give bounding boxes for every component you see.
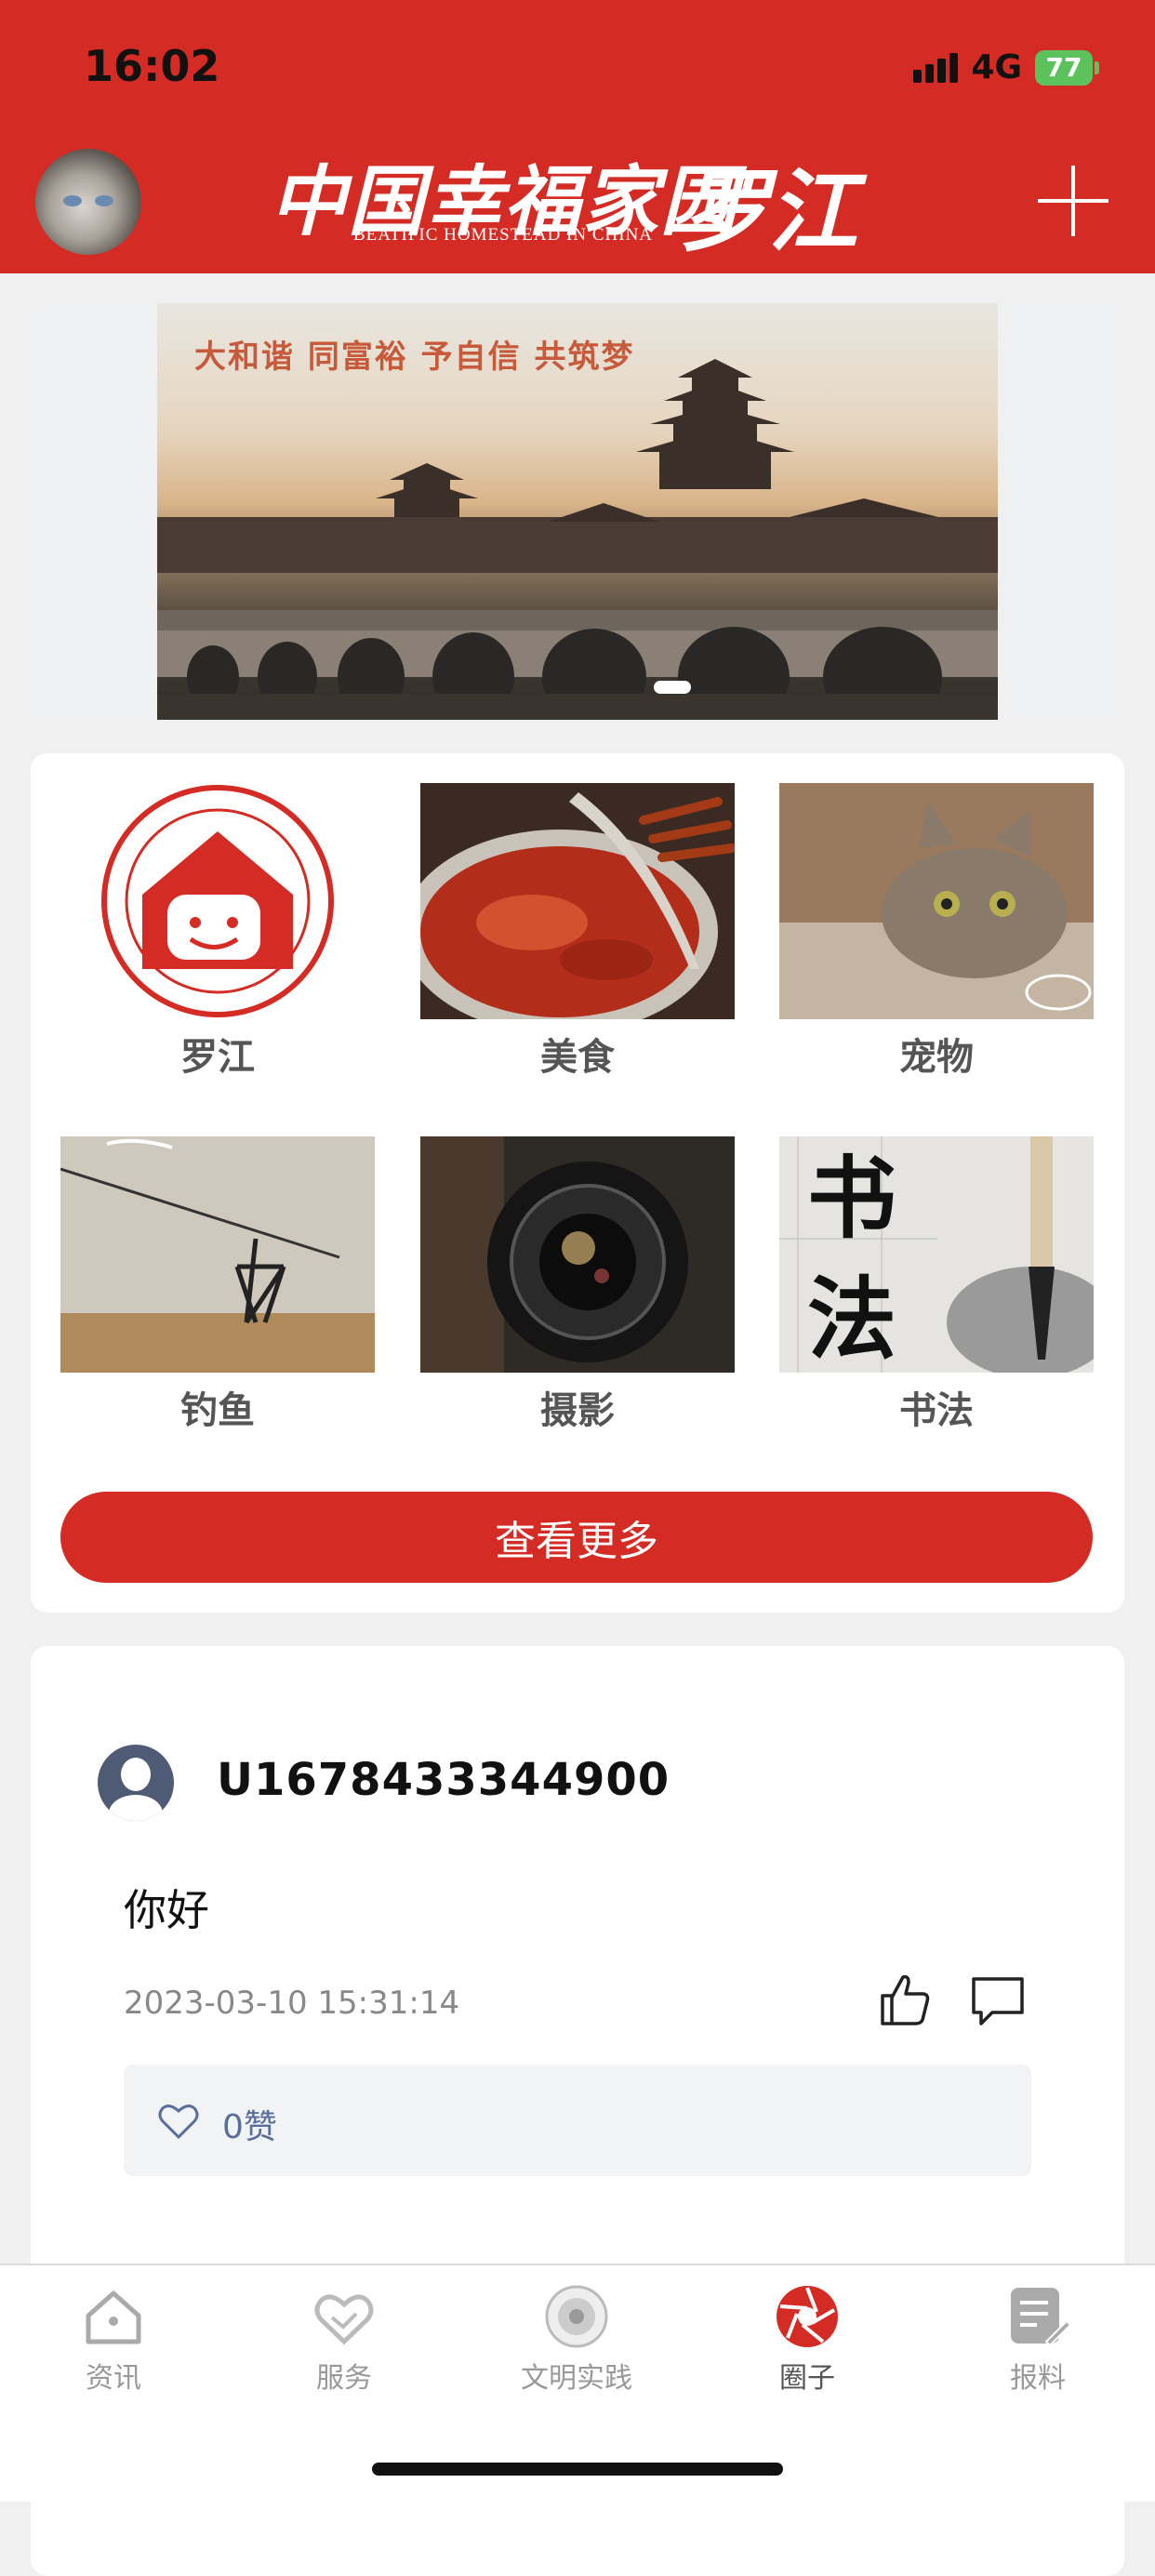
category-label: 钓鱼 xyxy=(180,1389,255,1432)
tab-label: 资讯 xyxy=(86,2362,141,2395)
heart-icon xyxy=(158,2105,199,2140)
post-avatar[interactable] xyxy=(98,1745,174,1821)
tab-civilization[interactable]: 文明实践 xyxy=(484,2284,670,2396)
carousel-dot-active xyxy=(654,681,691,694)
status-indicators: 4G 77 xyxy=(913,48,1099,86)
aperture-icon xyxy=(775,2284,840,2349)
battery-icon: 77 xyxy=(1035,49,1099,86)
calligraphy-image: 书 法 xyxy=(779,1136,1094,1373)
svg-text:法: 法 xyxy=(807,1267,896,1372)
category-label: 美食 xyxy=(540,1036,615,1079)
banner-carousel[interactable]: 大和谐 同富裕 予自信 共筑梦 xyxy=(31,303,1124,720)
category-grid: 罗江 美食 宠物 钓鱼 摄影 书 法 书法 查看更多 xyxy=(31,753,1124,1613)
app-logo: 中国幸福家园 BEATIFIC HOMESTEAD IN CHINA 罗江 xyxy=(270,139,874,264)
post-content: 你好 xyxy=(124,1885,209,1935)
post-username[interactable]: U1678433344900 xyxy=(217,1754,670,1806)
plus-icon[interactable] xyxy=(1038,166,1109,236)
luojiang-logo-image xyxy=(60,783,375,1019)
category-pets[interactable]: 宠物 xyxy=(779,783,1094,1081)
report-icon xyxy=(1005,2284,1072,2349)
thumbs-up-icon[interactable] xyxy=(877,1972,933,2027)
cat-image xyxy=(779,783,1094,1019)
handshake-icon xyxy=(312,2284,377,2349)
status-time: 16:02 xyxy=(84,41,220,91)
category-calligraphy[interactable]: 书 法 书法 xyxy=(779,1136,1094,1434)
user-avatar[interactable] xyxy=(35,149,141,255)
likes-summary: 0赞 xyxy=(124,2065,1031,2176)
tab-label: 报料 xyxy=(1010,2362,1066,2395)
tab-label: 文明实践 xyxy=(521,2362,632,2395)
tab-report[interactable]: 报料 xyxy=(945,2284,1131,2396)
comment-icon[interactable] xyxy=(970,1975,1026,2027)
tab-label: 服务 xyxy=(316,2362,372,2395)
emblem-icon xyxy=(544,2284,609,2349)
tab-services[interactable]: 服务 xyxy=(251,2284,437,2396)
category-food[interactable]: 美食 xyxy=(420,783,735,1081)
carousel-indicator xyxy=(654,681,691,694)
network-type: 4G xyxy=(971,48,1022,86)
camera-image xyxy=(420,1136,735,1373)
category-label: 宠物 xyxy=(899,1036,974,1079)
tab-news[interactable]: 资讯 xyxy=(20,2284,206,2396)
svg-text:书: 书 xyxy=(807,1146,896,1251)
logo-en-text: BEATIFIC HOMESTEAD IN CHINA xyxy=(353,225,654,245)
home-icon xyxy=(81,2284,146,2349)
fishing-image xyxy=(60,1136,375,1373)
app-header: 16:02 4G 77 中国幸福家园 BEATIFIC HOMESTEAD IN… xyxy=(0,0,1155,273)
hotpot-image xyxy=(420,783,735,1019)
tab-circle[interactable]: 圈子 xyxy=(714,2284,900,2396)
battery-level: 77 xyxy=(1035,49,1093,86)
logo-city-text: 罗江 xyxy=(679,159,857,264)
banner-image[interactable]: 大和谐 同富裕 予自信 共筑梦 xyxy=(157,303,998,720)
category-photography[interactable]: 摄影 xyxy=(420,1136,735,1434)
tab-label: 圈子 xyxy=(779,2362,835,2395)
category-label: 摄影 xyxy=(540,1389,615,1432)
signal-icon xyxy=(913,52,959,83)
category-label: 书法 xyxy=(899,1389,974,1432)
post-timestamp: 2023-03-10 15:31:14 xyxy=(124,1985,460,2022)
category-label: 罗江 xyxy=(180,1036,255,1079)
banner-slogan: 大和谐 同富裕 予自信 共筑梦 xyxy=(194,339,635,376)
likes-count: 0赞 xyxy=(222,2108,277,2146)
home-indicator xyxy=(372,2463,783,2476)
category-luojiang[interactable]: 罗江 xyxy=(60,783,375,1081)
category-fishing[interactable]: 钓鱼 xyxy=(60,1136,375,1434)
view-more-button[interactable]: 查看更多 xyxy=(60,1492,1093,1583)
